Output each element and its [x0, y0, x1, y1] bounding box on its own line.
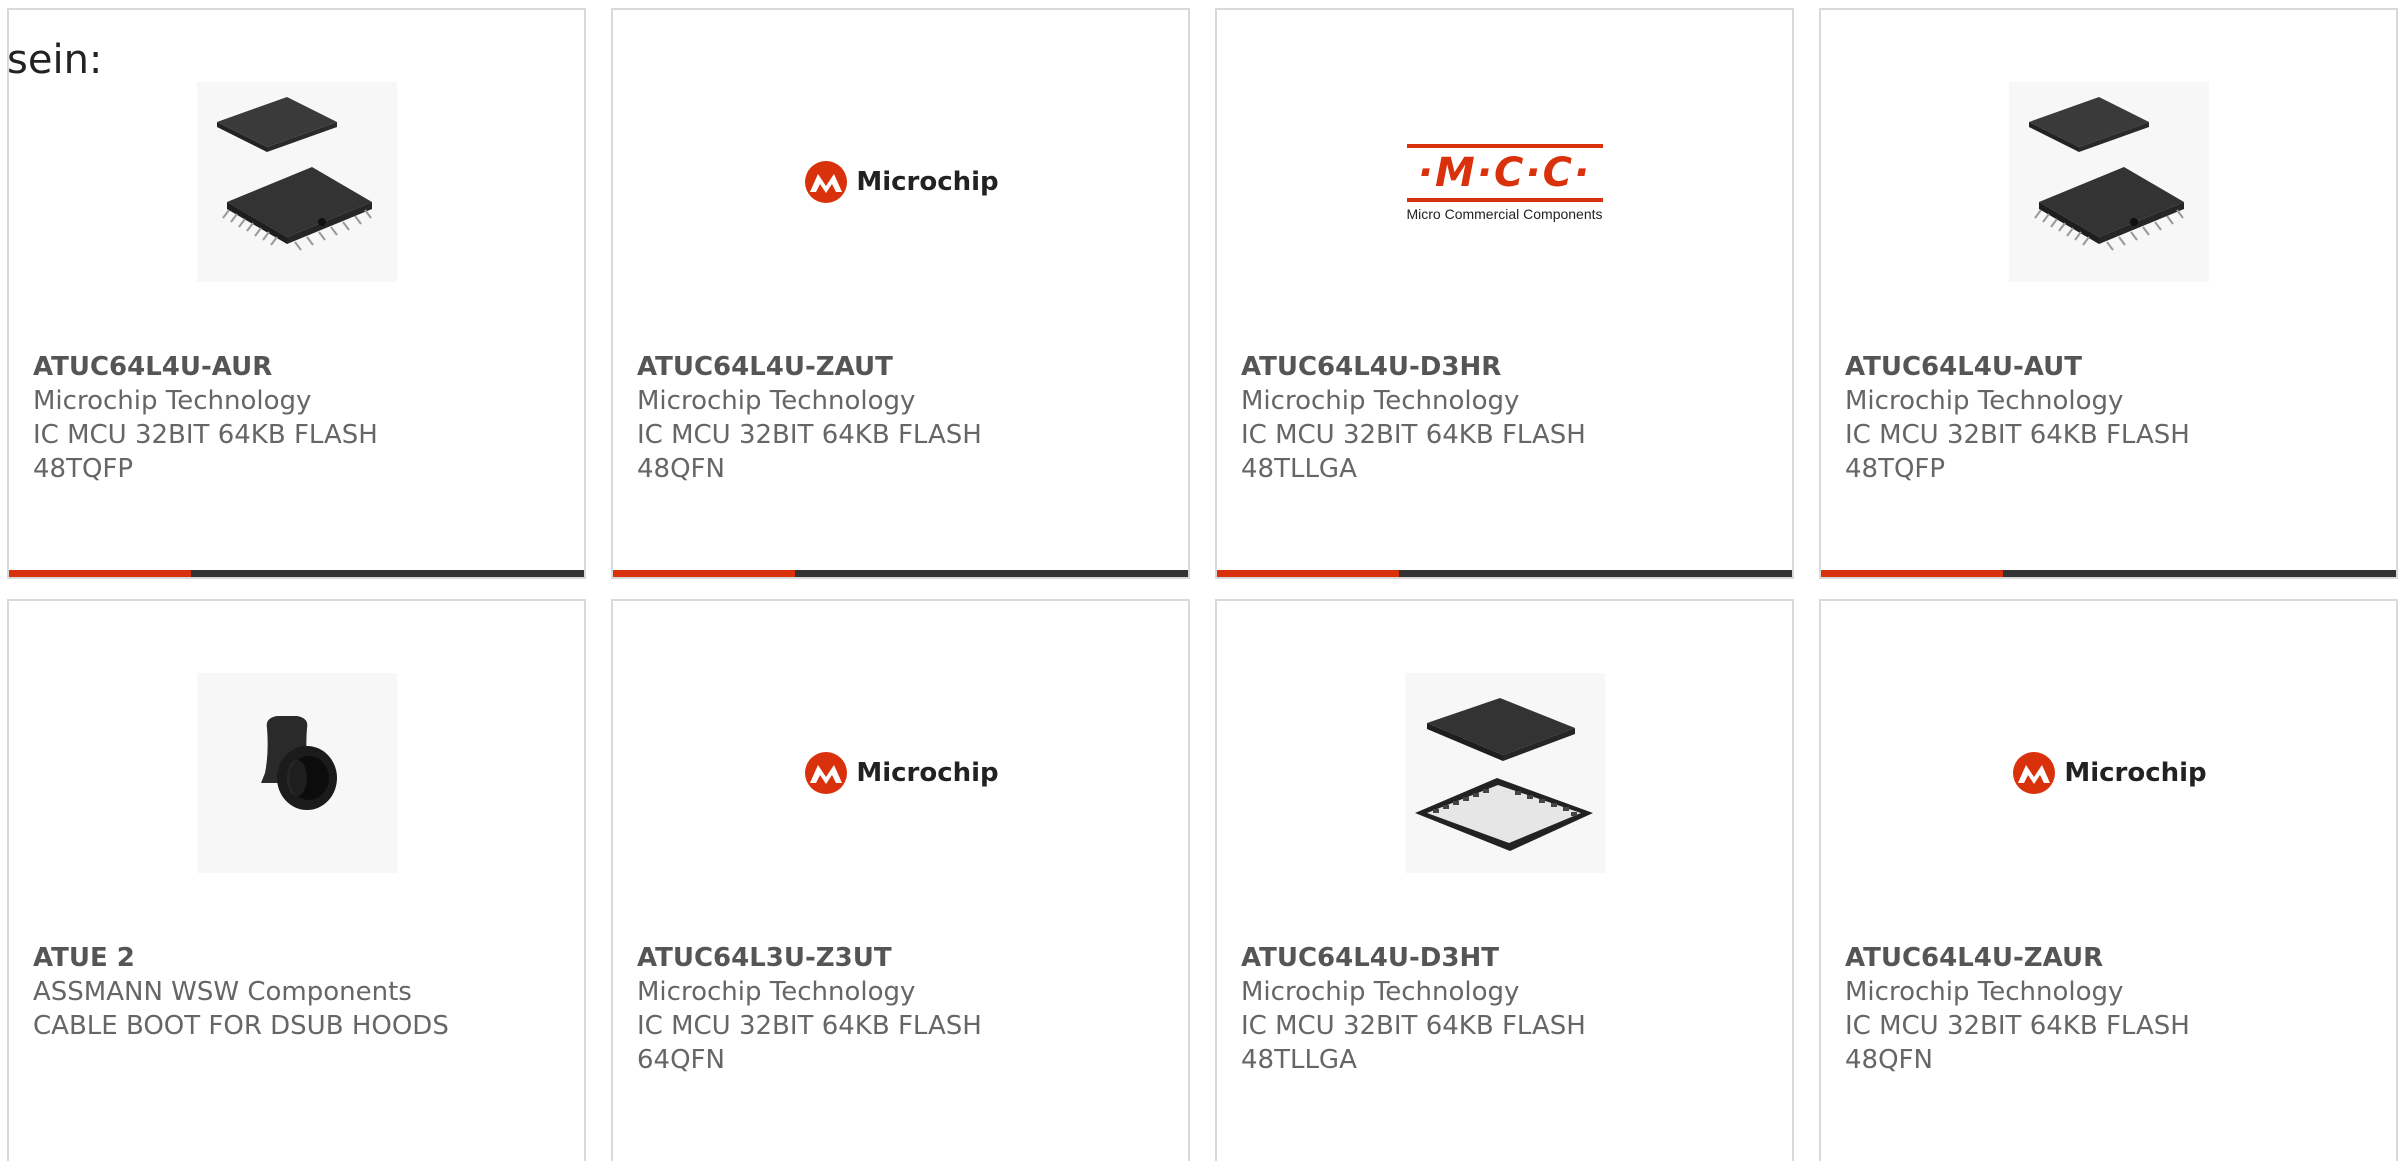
package: 48TLLGA — [1241, 1045, 1357, 1075]
product-image-tqfp-chip — [2008, 82, 2209, 282]
part-number-link[interactable]: ATUC64L3U-Z3UT — [637, 941, 1168, 975]
product-image-lga-chip — [1404, 673, 1605, 873]
product-card[interactable]: ATUC64L4U-AUR Microchip Technology IC MC… — [7, 8, 586, 579]
manufacturer: Microchip Technology — [1845, 386, 2124, 416]
product-info: ATUC64L4U-D3HT Microchip Technology IC M… — [1241, 941, 1772, 1077]
product-image-microchip-logo: Microchip — [786, 82, 1016, 282]
card-underbar — [613, 570, 1188, 577]
microchip-wordmark: Microchip — [856, 167, 999, 197]
mcc-wordmark: ·M·C·C· — [1417, 150, 1592, 196]
description: IC MCU 32BIT 64KB FLASH — [33, 420, 378, 450]
microchip-mark-icon — [805, 161, 848, 203]
product-image-tqfp-chip — [196, 82, 397, 282]
card-accent — [1821, 570, 2003, 577]
product-info: ATUC64L4U-AUR Microchip Technology IC MC… — [33, 350, 564, 486]
package: 48QFN — [637, 454, 725, 484]
part-number-link[interactable]: ATUE 2 — [33, 941, 564, 975]
manufacturer: Microchip Technology — [1845, 977, 2124, 1007]
mcc-rule-top — [1406, 144, 1603, 148]
product-image-cable-boot — [196, 673, 397, 873]
part-number-link[interactable]: ATUC64L4U-D3HT — [1241, 941, 1772, 975]
description: IC MCU 32BIT 64KB FLASH — [1845, 1011, 2190, 1041]
product-info: ATUC64L4U-D3HR Microchip Technology IC M… — [1241, 350, 1772, 486]
product-card[interactable]: ATUC64L4U-D3HT Microchip Technology IC M… — [1215, 599, 1794, 1161]
card-underbar — [1821, 570, 2396, 577]
microchip-logo: Microchip — [802, 160, 999, 204]
product-card[interactable]: ·M·C·C· Micro Commercial Components ATUC… — [1215, 8, 1794, 579]
mcc-rule-bottom — [1406, 198, 1603, 202]
manufacturer: ASSMANN WSW Components — [33, 977, 412, 1007]
part-number-link[interactable]: ATUC64L4U-AUT — [1845, 350, 2376, 384]
card-accent — [613, 570, 795, 577]
microchip-logo: Microchip — [2010, 751, 2207, 795]
product-info: ATUE 2 ASSMANN WSW Components CABLE BOOT… — [33, 941, 564, 1043]
microchip-mark-icon — [2013, 752, 2056, 794]
card-accent — [1217, 570, 1399, 577]
page: sein: ATUC64L4U-AUR Microchip Technology… — [0, 0, 2400, 1161]
product-image-microchip-logo: Microchip — [1994, 673, 2224, 873]
package: 64QFN — [637, 1045, 725, 1075]
product-info: ATUC64L4U-ZAUT Microchip Technology IC M… — [637, 350, 1168, 486]
product-card[interactable]: ATUC64L4U-AUT Microchip Technology IC MC… — [1819, 8, 2398, 579]
microchip-mark-icon — [805, 752, 848, 794]
intro-text: sein: — [7, 37, 103, 83]
description: IC MCU 32BIT 64KB FLASH — [1241, 1011, 1586, 1041]
product-info: ATUC64L4U-ZAUR Microchip Technology IC M… — [1845, 941, 2376, 1077]
manufacturer: Microchip Technology — [1241, 386, 1520, 416]
part-number-link[interactable]: ATUC64L4U-AUR — [33, 350, 564, 384]
description: IC MCU 32BIT 64KB FLASH — [1241, 420, 1586, 450]
mcc-logo: ·M·C·C· Micro Commercial Components — [1405, 142, 1605, 222]
mcc-subtitle: Micro Commercial Components — [1406, 206, 1603, 222]
product-info: ATUC64L3U-Z3UT Microchip Technology IC M… — [637, 941, 1168, 1077]
product-card[interactable]: ATUE 2 ASSMANN WSW Components CABLE BOOT… — [7, 599, 586, 1161]
product-image-mcc-logo: ·M·C·C· Micro Commercial Components — [1390, 82, 1620, 282]
part-number-link[interactable]: ATUC64L4U-ZAUT — [637, 350, 1168, 384]
microchip-wordmark: Microchip — [856, 758, 999, 788]
microchip-logo: Microchip — [802, 751, 999, 795]
manufacturer: Microchip Technology — [33, 386, 312, 416]
card-accent — [9, 570, 191, 577]
product-card[interactable]: Microchip ATUC64L4U-ZAUR Microchip Techn… — [1819, 599, 2398, 1161]
product-info: ATUC64L4U-AUT Microchip Technology IC MC… — [1845, 350, 2376, 486]
card-underbar — [9, 570, 584, 577]
product-card[interactable]: Microchip ATUC64L4U-ZAUT Microchip Techn… — [611, 8, 1190, 579]
package: 48TLLGA — [1241, 454, 1357, 484]
product-card[interactable]: Microchip ATUC64L3U-Z3UT Microchip Techn… — [611, 599, 1190, 1161]
product-grid: ATUC64L4U-AUR Microchip Technology IC MC… — [7, 8, 2400, 1161]
microchip-wordmark: Microchip — [2064, 758, 2207, 788]
product-image-microchip-logo: Microchip — [786, 673, 1016, 873]
description: IC MCU 32BIT 64KB FLASH — [637, 420, 982, 450]
description: IC MCU 32BIT 64KB FLASH — [637, 1011, 982, 1041]
description: IC MCU 32BIT 64KB FLASH — [1845, 420, 2190, 450]
manufacturer: Microchip Technology — [1241, 977, 1520, 1007]
package: 48QFN — [1845, 1045, 1933, 1075]
description: CABLE BOOT FOR DSUB HOODS — [33, 1011, 449, 1041]
card-underbar — [1217, 570, 1792, 577]
manufacturer: Microchip Technology — [637, 386, 916, 416]
part-number-link[interactable]: ATUC64L4U-D3HR — [1241, 350, 1772, 384]
part-number-link[interactable]: ATUC64L4U-ZAUR — [1845, 941, 2376, 975]
manufacturer: Microchip Technology — [637, 977, 916, 1007]
package: 48TQFP — [33, 454, 134, 484]
package: 48TQFP — [1845, 454, 1946, 484]
